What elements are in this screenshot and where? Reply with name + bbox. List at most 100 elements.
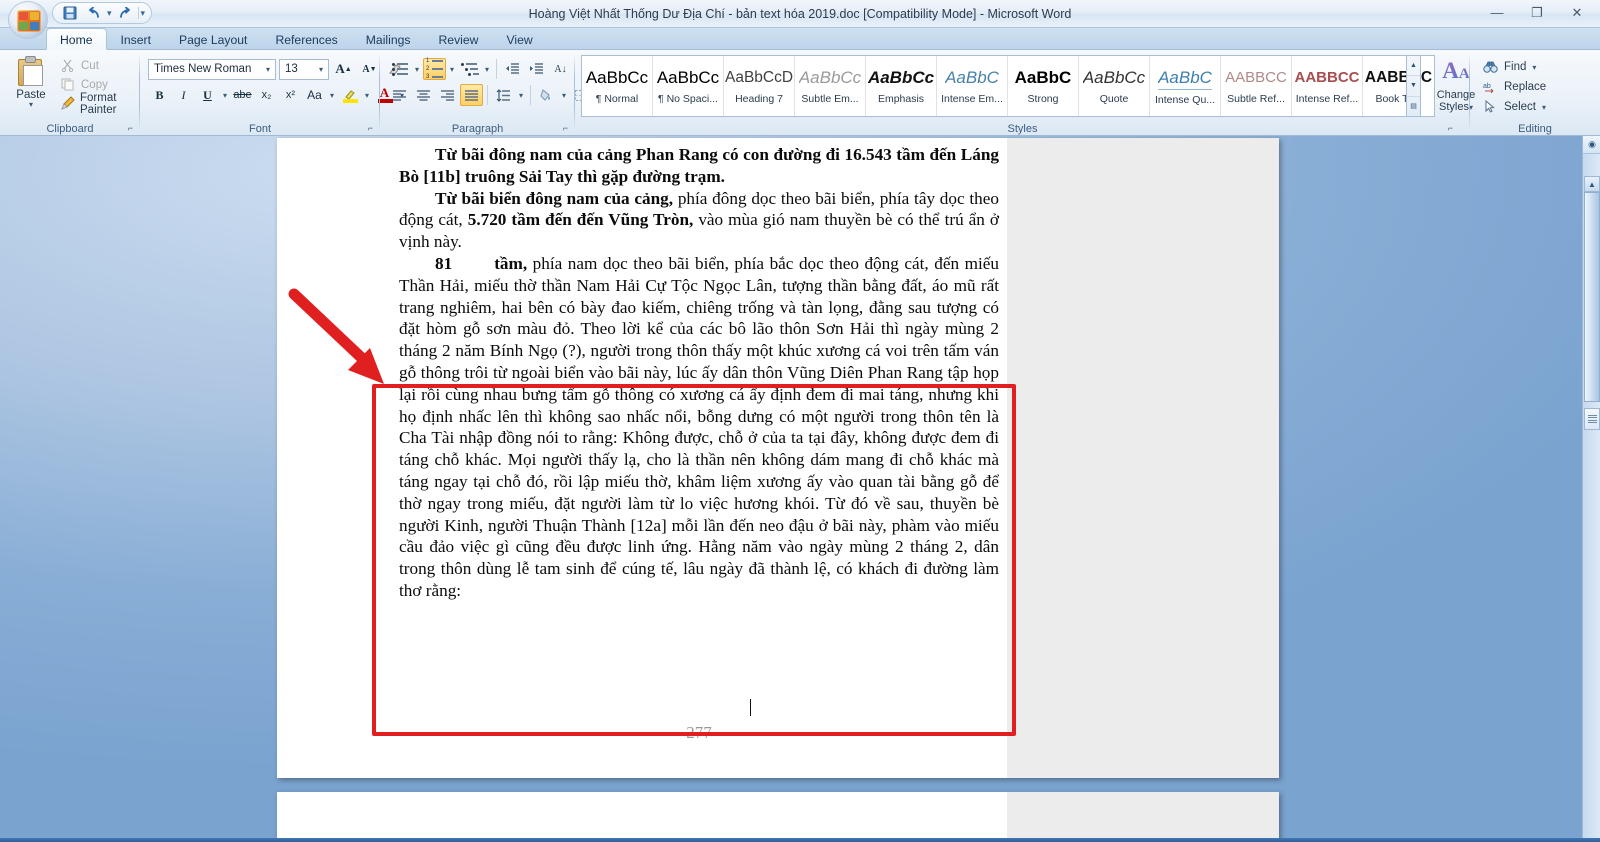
- line-spacing-button[interactable]: [492, 84, 515, 106]
- tab-review[interactable]: Review: [425, 28, 493, 50]
- customize-qat-arrow[interactable]: ▾: [141, 8, 146, 19]
- paste-button[interactable]: Paste ▾: [8, 54, 54, 116]
- style-item-intense-quote[interactable]: AaBbC Intense Qu...: [1150, 56, 1221, 116]
- styles-more-button[interactable]: ▤: [1407, 97, 1420, 116]
- find-button[interactable]: Find ▾: [1480, 57, 1549, 77]
- style-item-subtle-emphasis[interactable]: AaBbCc Subtle Em...: [795, 56, 866, 116]
- font-size-arrow[interactable]: ▾: [316, 65, 326, 74]
- font-name-arrow[interactable]: ▾: [263, 65, 273, 74]
- find-dropdown-arrow[interactable]: ▾: [1532, 63, 1536, 72]
- highlight-dropdown-arrow[interactable]: ▾: [362, 91, 372, 100]
- strikethrough-button[interactable]: abe: [231, 84, 254, 106]
- styles-dialog-launcher[interactable]: ⌐: [1445, 123, 1456, 134]
- group-styles: AaBbCc ¶ Normal AaBbCc ¶ No Spaci... AaB…: [575, 50, 1475, 136]
- superscript-button[interactable]: x²: [279, 84, 302, 106]
- close-button[interactable]: ✕: [1560, 2, 1594, 23]
- bullets-dropdown-arrow[interactable]: ▾: [412, 65, 422, 74]
- paragraph-1[interactable]: Từ bãi đông nam của cảng Phan Rang có co…: [399, 144, 999, 188]
- select-button[interactable]: Select ▾: [1480, 97, 1549, 117]
- paragraph-dialog-launcher[interactable]: ⌐: [560, 123, 571, 134]
- style-item-normal[interactable]: AaBbCc ¶ Normal: [582, 56, 653, 116]
- scrollbar-split-handle[interactable]: [1584, 408, 1600, 430]
- numbering-button[interactable]: 1 2 3: [423, 58, 446, 80]
- document-canvas[interactable]: Từ bãi đông nam của cảng Phan Rang có co…: [0, 136, 1600, 842]
- line-spacing-dropdown-arrow[interactable]: ▾: [516, 91, 526, 100]
- office-button[interactable]: [8, 1, 48, 39]
- style-item-heading-7[interactable]: AaBbCcD Heading 7: [724, 56, 795, 116]
- bullets-button[interactable]: [388, 58, 411, 80]
- clipboard-dialog-launcher[interactable]: ⌐: [125, 123, 136, 134]
- decrease-indent-button[interactable]: [501, 58, 524, 80]
- bullets-icon: [391, 62, 408, 76]
- increase-indent-button[interactable]: [525, 58, 548, 80]
- paragraph-2-run-1: Từ bãi biển đông nam của cảng,: [435, 188, 674, 208]
- style-item-subtle-reference[interactable]: AABBCC Subtle Ref...: [1221, 56, 1292, 116]
- style-item-intense-reference[interactable]: AABBCC Intense Ref...: [1292, 56, 1363, 116]
- grow-font-button[interactable]: A ▲: [332, 58, 355, 80]
- save-icon[interactable]: [59, 4, 81, 22]
- tab-insert[interactable]: Insert: [107, 28, 165, 50]
- text-highlight-button[interactable]: [338, 84, 361, 106]
- underline-dropdown-arrow[interactable]: ▾: [220, 91, 230, 100]
- numbering-icon: 1 2 3: [426, 58, 443, 80]
- multilevel-list-button[interactable]: [458, 58, 481, 80]
- multilevel-dropdown-arrow[interactable]: ▾: [482, 65, 492, 74]
- align-right-button[interactable]: [436, 84, 459, 106]
- style-item-strong[interactable]: AaBbC Strong: [1008, 56, 1079, 116]
- style-item-no-spacing[interactable]: AaBbCc ¶ No Spaci...: [653, 56, 724, 116]
- document-page-277[interactable]: Từ bãi đông nam của cảng Phan Rang có co…: [277, 138, 1279, 778]
- document-page-next[interactable]: [277, 792, 1279, 842]
- paragraph-2[interactable]: Từ bãi biển đông nam của cảng, phía đông…: [399, 188, 999, 253]
- paragraph-3[interactable]: 81 tầm, phía nam dọc theo bãi biển, phía …: [399, 253, 999, 602]
- style-item-quote[interactable]: AaBbCc Quote: [1079, 56, 1150, 116]
- shrink-font-button[interactable]: A ▼: [358, 58, 381, 80]
- cut-button[interactable]: Cut: [58, 56, 140, 75]
- tab-view[interactable]: View: [492, 28, 546, 50]
- underline-button[interactable]: U: [196, 84, 219, 106]
- style-item-intense-emphasis[interactable]: AaBbC Intense Em...: [937, 56, 1008, 116]
- undo-icon[interactable]: [83, 4, 105, 22]
- group-editing: Find ▾ ab Replace Select ▾ Editing: [1470, 50, 1600, 136]
- styles-scroll-up-button[interactable]: ▲: [1407, 56, 1420, 77]
- tab-home[interactable]: Home: [46, 28, 107, 50]
- tab-references[interactable]: References: [261, 28, 351, 50]
- replace-button[interactable]: ab Replace: [1480, 77, 1549, 97]
- font-size-combo[interactable]: 13 ▾: [279, 58, 329, 80]
- subscript-button[interactable]: x₂: [255, 84, 278, 106]
- format-painter-button[interactable]: Format Painter: [58, 92, 140, 116]
- align-justify-button[interactable]: [460, 84, 483, 106]
- shading-button[interactable]: [535, 84, 558, 106]
- group-paragraph: ▾ 1 2 3 ▾ ▾ A↓ ▾ ▾ Paragraph ⌐: [380, 50, 601, 136]
- paste-dropdown-arrow[interactable]: ▾: [29, 101, 33, 109]
- redo-icon[interactable]: [114, 4, 136, 22]
- font-name-combo[interactable]: Times New Roman ▾: [148, 58, 276, 80]
- sort-button[interactable]: A↓: [549, 58, 572, 80]
- minimize-button[interactable]: —: [1480, 2, 1514, 23]
- style-name: Subtle Ref...: [1227, 93, 1285, 105]
- tab-mailings[interactable]: Mailings: [352, 28, 425, 50]
- scroll-up-button[interactable]: ▲: [1584, 176, 1600, 192]
- tab-page-layout[interactable]: Page Layout: [165, 28, 261, 50]
- style-item-emphasis[interactable]: AaBbCc Emphasis: [866, 56, 937, 116]
- change-case-button[interactable]: Aa: [303, 84, 326, 106]
- bold-button[interactable]: B: [148, 84, 171, 106]
- align-left-button[interactable]: [388, 84, 411, 106]
- paste-icon: [16, 56, 46, 88]
- shading-dropdown-arrow[interactable]: ▾: [559, 91, 569, 100]
- scrollbar-thumb[interactable]: [1584, 192, 1600, 402]
- style-item-book-title[interactable]: AABBCC Book Title: [1363, 56, 1434, 116]
- vertical-scrollbar[interactable]: ◉ ▲: [1582, 136, 1600, 842]
- change-case-dropdown-arrow[interactable]: ▾: [327, 91, 337, 100]
- italic-button[interactable]: I: [172, 84, 195, 106]
- numbering-dropdown-arrow[interactable]: ▾: [447, 65, 457, 74]
- styles-scroll-down-button[interactable]: ▼: [1407, 76, 1420, 97]
- style-sample: AaBbC: [945, 68, 999, 87]
- undo-dropdown-arrow[interactable]: ▾: [107, 8, 112, 19]
- select-dropdown-arrow[interactable]: ▾: [1542, 103, 1546, 112]
- font-dialog-launcher[interactable]: ⌐: [365, 123, 376, 134]
- restore-button[interactable]: ❐: [1520, 2, 1554, 23]
- align-center-button[interactable]: [412, 84, 435, 106]
- browse-object-icon[interactable]: ◉: [1583, 136, 1600, 154]
- document-text-body[interactable]: Từ bãi đông nam của cảng Phan Rang có co…: [399, 138, 999, 602]
- style-sample: AaBbC: [1158, 67, 1212, 90]
